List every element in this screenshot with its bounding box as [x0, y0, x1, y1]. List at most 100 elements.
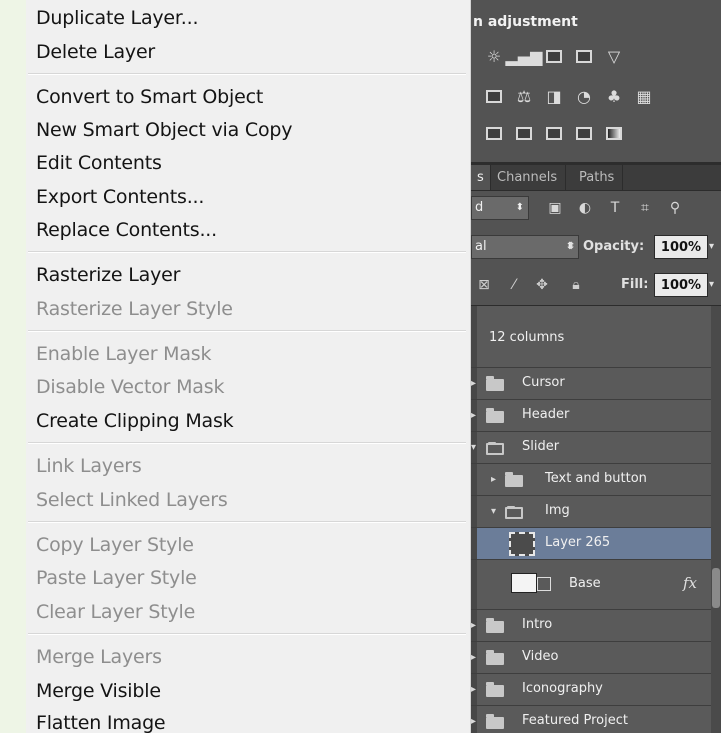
menu-item-replace-contents[interactable]: Replace Contents... [36, 216, 217, 244]
menu-item-merge-layers: Merge Layers [36, 646, 162, 668]
fx-icon[interactable]: fx [683, 574, 697, 592]
layer-row[interactable]: ▸ Header [471, 400, 721, 432]
gradient-map-icon[interactable] [603, 122, 625, 144]
layer-thumbnail [511, 573, 537, 593]
layer-row-selected[interactable]: Layer 265 [471, 528, 721, 560]
channel-mixer-icon[interactable]: ♣ [603, 85, 625, 107]
lock-all-icon[interactable]: 🔒︎ [567, 273, 585, 297]
menu-item-flatten-image[interactable]: Flatten Image [36, 709, 166, 733]
chain-link-icon [537, 577, 551, 591]
tab-paths[interactable]: Paths [571, 165, 624, 190]
color-lookup-icon[interactable]: ▦ [633, 85, 655, 107]
layer-name: Img [545, 503, 570, 518]
fill-dropdown-icon[interactable]: ▾ [709, 272, 714, 298]
menu-item-export-contents[interactable]: Export Contents... [36, 183, 204, 211]
layers-scrollbar[interactable] [711, 306, 721, 733]
layer-name: Cursor [522, 375, 565, 390]
layer-row[interactable]: ▸ Text and button [471, 464, 721, 496]
collapse-triangle-icon[interactable]: ▾ [471, 442, 476, 453]
tab-layers[interactable]: s [471, 165, 491, 190]
type-filter-icon[interactable]: T [606, 196, 624, 220]
expand-triangle-icon[interactable]: ▸ [471, 378, 476, 389]
menu-item-rasterize-layer-style: Rasterize Layer Style [36, 298, 233, 320]
tab-channels[interactable]: Channels [489, 165, 567, 190]
blend-mode-select[interactable]: al ⬍ [471, 235, 579, 259]
folder-open-icon [486, 442, 504, 455]
layer-name: Slider [522, 439, 560, 454]
layer-name: Intro [522, 617, 553, 632]
menu-item-duplicate-layer[interactable]: Duplicate Layer... [36, 4, 199, 32]
layer-row[interactable]: ▸ Video [471, 642, 721, 674]
folder-icon [486, 714, 504, 729]
lock-brush-icon[interactable]: ⁄ [505, 273, 523, 297]
folder-icon [486, 376, 504, 391]
folder-open-icon [505, 506, 523, 519]
layer-row[interactable]: Base fx [471, 560, 721, 610]
folder-icon [486, 650, 504, 665]
expand-triangle-icon[interactable]: ▸ [471, 620, 476, 631]
expand-triangle-icon[interactable]: ▸ [491, 474, 496, 485]
photo-filter-icon[interactable]: ◔ [573, 85, 595, 107]
adjustment-filter-icon[interactable]: ◐ [576, 196, 594, 220]
expand-triangle-icon[interactable]: ▸ [471, 410, 476, 421]
gradient-triangle-icon[interactable]: ▽ [603, 45, 625, 67]
brightness-icon[interactable]: ☼ [483, 45, 505, 67]
menu-item-edit-contents[interactable]: Edit Contents [36, 149, 162, 177]
fill-label: Fill: [621, 277, 649, 292]
menu-separator [28, 330, 466, 332]
menu-separator [28, 442, 466, 444]
opacity-input[interactable]: 100% [654, 235, 708, 259]
menu-item-convert-to-smart-object[interactable]: Convert to Smart Object [36, 83, 263, 111]
layer-row[interactable]: ▸ Iconography [471, 674, 721, 706]
layer-name: Layer 265 [545, 535, 611, 550]
folder-icon [505, 472, 523, 487]
menu-separator [28, 73, 466, 75]
black-white-icon[interactable]: ◨ [543, 85, 565, 107]
layer-name: Video [522, 649, 559, 664]
layer-row[interactable]: ▸ Featured Project [471, 706, 721, 733]
fill-input[interactable]: 100% [654, 273, 708, 297]
screenshot-stage: Duplicate Layer... Delete Layer Convert … [0, 0, 721, 733]
layer-row[interactable]: ▸ Intro [471, 610, 721, 642]
posterize-icon[interactable] [513, 122, 535, 144]
layers-scrollbar-thumb[interactable] [712, 568, 720, 608]
folder-icon [486, 618, 504, 633]
layer-row[interactable]: ▾ Img [471, 496, 721, 528]
menu-separator [28, 251, 466, 253]
layer-row[interactable]: ▸ Cursor [471, 368, 721, 400]
levels-icon[interactable]: ▂▄▆ [506, 45, 543, 67]
layer-filter-kind-select[interactable]: d ⬍ [471, 196, 529, 220]
layer-row[interactable]: 12 columns [471, 306, 721, 368]
expand-triangle-icon[interactable]: ▸ [471, 716, 476, 727]
shape-filter-icon[interactable]: ⌗ [636, 196, 654, 220]
pixel-filter-icon[interactable]: ▣ [546, 196, 564, 220]
vibrance-icon[interactable] [483, 85, 505, 107]
menu-item-disable-vector-mask: Disable Vector Mask [36, 376, 225, 398]
lock-move-icon[interactable]: ✥ [533, 273, 551, 297]
smart-filter-icon[interactable]: ⚲ [666, 196, 684, 220]
curves-icon[interactable] [543, 45, 565, 67]
layer-row[interactable]: ▾ Slider [471, 432, 721, 464]
menu-item-clear-layer-style: Clear Layer Style [36, 601, 196, 623]
collapse-triangle-icon[interactable]: ▾ [491, 506, 496, 517]
menu-item-rasterize-layer[interactable]: Rasterize Layer [36, 261, 180, 289]
expand-triangle-icon[interactable]: ▸ [471, 684, 476, 695]
menu-separator [28, 633, 466, 635]
exposure-icon[interactable] [573, 45, 595, 67]
selective-color-icon[interactable] [573, 122, 595, 144]
layers-list: 12 columns ▸ Cursor ▸ Header ▾ Slider ▸ … [471, 305, 721, 733]
lock-pixels-icon[interactable]: ⊠ [475, 273, 493, 297]
color-balance-icon[interactable]: ⚖ [513, 85, 535, 107]
layer-name: Header [522, 407, 570, 422]
menu-item-delete-layer[interactable]: Delete Layer [36, 38, 155, 66]
menu-item-merge-visible[interactable]: Merge Visible [36, 677, 161, 705]
expand-triangle-icon[interactable]: ▸ [471, 652, 476, 663]
menu-item-create-clipping-mask[interactable]: Create Clipping Mask [36, 407, 234, 435]
opacity-label: Opacity: [583, 239, 645, 254]
threshold-icon[interactable] [543, 122, 565, 144]
menu-item-new-smart-object-via-copy[interactable]: New Smart Object via Copy [36, 116, 293, 144]
invert-icon[interactable] [483, 122, 505, 144]
opacity-dropdown-icon[interactable]: ▾ [709, 234, 714, 260]
layer-name: Base [569, 576, 601, 591]
adjustments-panel-title: n adjustment [473, 14, 578, 30]
